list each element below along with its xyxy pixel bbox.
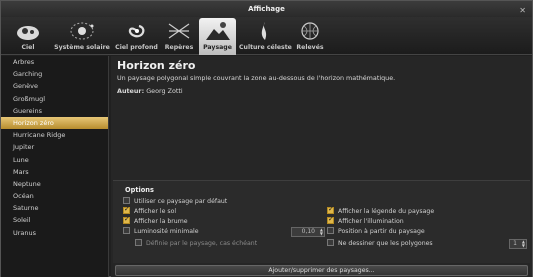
landscape-author: Auteur: Georg Zotti xyxy=(117,87,183,95)
add-remove-landscapes-button[interactable]: Ajouter/supprimer des paysages... xyxy=(115,265,528,276)
checkbox-label: Afficher la brume xyxy=(134,218,188,225)
checkbox-label: Luminosité minimale xyxy=(134,228,199,235)
tab-label: Paysage xyxy=(203,44,232,51)
tab-label: Système solaire xyxy=(54,44,110,51)
tab-label: Ciel xyxy=(21,44,35,51)
tab-label: Ciel profond xyxy=(115,44,158,51)
options-title: Options xyxy=(125,186,154,194)
window-title: Affichage xyxy=(248,5,285,13)
tab-label: Relevés xyxy=(296,44,324,51)
checkbox-label: Ne dessiner que les polygones xyxy=(338,240,433,247)
checkbox-box[interactable] xyxy=(135,238,142,246)
list-item[interactable]: Jupiter xyxy=(1,141,108,153)
checkbox-label: Afficher le sol xyxy=(134,208,177,215)
checkbox-label: Afficher l'illumination xyxy=(338,218,404,225)
settings-window: Affichage ✕ Ciel Système solaire Ciel pr… xyxy=(0,0,533,277)
checkbox-box[interactable] xyxy=(123,196,130,204)
tab-markings[interactable]: Repères xyxy=(161,18,197,55)
landscape-defined-checkbox[interactable]: Définie par le paysage, cas échéant xyxy=(135,238,258,248)
galaxy-icon xyxy=(128,24,144,38)
checkbox-box[interactable] xyxy=(327,226,334,234)
checkbox-label: Afficher la légende du paysage xyxy=(338,208,435,215)
spin-arrows-icon[interactable]: ▲ ▼ xyxy=(320,228,323,236)
show-ground-checkbox[interactable]: Afficher le sol xyxy=(123,205,177,216)
show-illumination-checkbox[interactable]: Afficher l'illumination xyxy=(327,215,404,226)
list-item[interactable]: Neptune xyxy=(1,178,108,190)
min-brightness-spinbox[interactable]: 0,10 ▲ ▼ xyxy=(291,227,325,237)
checkbox-label: Utiliser ce paysage par défaut xyxy=(134,198,228,205)
show-fog-checkbox[interactable]: Afficher la brume xyxy=(123,215,188,226)
author-name: Georg Zotti xyxy=(146,87,183,95)
tab-sky-culture[interactable]: Culture céleste xyxy=(239,18,292,55)
polygon-thickness-spinbox[interactable]: 1 ▲ ▼ xyxy=(509,239,527,249)
list-item[interactable]: Lune xyxy=(1,154,108,166)
spin-arrows-icon[interactable]: ▲ ▼ xyxy=(522,240,525,248)
options-panel: Options Utiliser ce paysage par défaut A… xyxy=(113,180,530,263)
list-item[interactable]: Mars xyxy=(1,166,108,178)
list-item-selected[interactable]: Horizon zéro xyxy=(1,116,108,130)
list-item[interactable]: Soleil xyxy=(1,214,108,226)
landscape-details: Horizon zéro Un paysage polygonal simple… xyxy=(111,56,532,277)
show-legend-checkbox[interactable]: Afficher la légende du paysage xyxy=(327,205,435,216)
checkbox-box[interactable] xyxy=(327,205,334,214)
checkbox-box[interactable] xyxy=(123,205,130,214)
tab-sky[interactable]: Ciel xyxy=(4,18,52,55)
landscape-icon xyxy=(205,22,230,40)
checkbox-box[interactable] xyxy=(327,215,334,224)
polygons-only-checkbox[interactable]: Ne dessiner que les polygones xyxy=(327,238,433,248)
landscape-title: Horizon zéro xyxy=(117,59,196,72)
list-item[interactable]: Genève xyxy=(1,80,108,92)
checkbox-label: Définie par le paysage, cas échéant xyxy=(146,240,258,247)
list-item[interactable]: Hurricane Ridge xyxy=(1,129,108,141)
spinbox-value: 0,10 xyxy=(301,228,315,235)
checkbox-box[interactable] xyxy=(123,226,130,234)
spinbox-value: 1 xyxy=(513,240,517,247)
list-item[interactable]: Arbres xyxy=(1,56,108,68)
checkbox-box[interactable] xyxy=(327,238,334,246)
position-from-landscape-checkbox[interactable]: Position à partir du paysage xyxy=(327,226,425,236)
default-landscape-checkbox[interactable]: Utiliser ce paysage par défaut xyxy=(123,196,228,206)
tab-deep-sky[interactable]: Ciel profond xyxy=(114,18,159,55)
list-item[interactable]: Guereins xyxy=(1,105,108,117)
tab-landscape[interactable]: Paysage xyxy=(199,18,236,55)
markings-icon xyxy=(168,23,190,39)
list-item[interactable]: Uranus xyxy=(1,227,108,239)
checkbox-box[interactable] xyxy=(123,215,130,224)
sky-culture-icon xyxy=(261,22,267,40)
tab-surveys[interactable]: Relevés xyxy=(293,18,327,55)
author-label: Auteur: xyxy=(117,87,145,95)
list-item[interactable]: Großmugl xyxy=(1,93,108,105)
tab-label: Repères xyxy=(164,44,194,51)
list-item[interactable]: Garching xyxy=(1,68,108,80)
solar-system-icon xyxy=(70,22,94,40)
landscape-list[interactable]: Arbres Garching Genève Großmugl Guereins… xyxy=(1,56,109,277)
tab-label: Culture céleste xyxy=(239,44,292,51)
checkbox-label: Position à partir du paysage xyxy=(338,228,425,235)
sky-icon xyxy=(17,26,39,40)
min-brightness-checkbox[interactable]: Luminosité minimale xyxy=(123,226,199,236)
list-item[interactable]: Saturne xyxy=(1,202,108,214)
toolbar: Ciel Système solaire Ciel profond Repère… xyxy=(1,17,532,55)
title-bar: Affichage ✕ xyxy=(1,1,532,17)
list-item[interactable]: Océan xyxy=(1,190,108,202)
surveys-icon xyxy=(301,22,319,40)
landscape-description: Un paysage polygonal simple couvrant la … xyxy=(117,74,396,82)
tab-solar-system[interactable]: Système solaire xyxy=(53,18,111,55)
